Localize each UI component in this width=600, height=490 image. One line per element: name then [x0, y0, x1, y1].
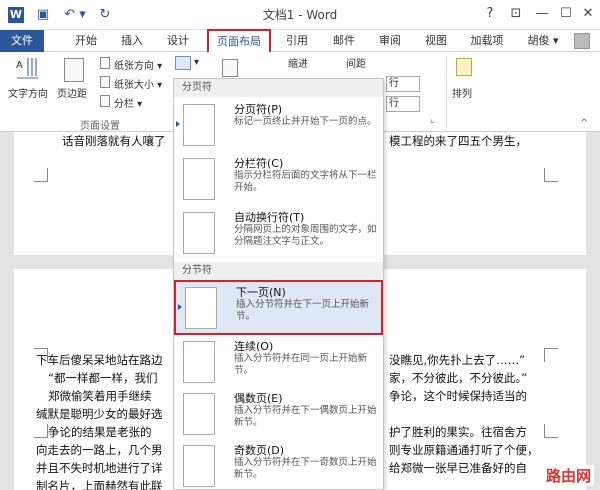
columns-button[interactable]: 分栏 ▾: [114, 95, 142, 110]
help-button[interactable]: ?: [480, 4, 500, 24]
spacing-before-field[interactable]: 行: [386, 76, 420, 92]
document-text-line: 并且不失时机地进行了详: [36, 461, 163, 475]
size-button[interactable]: 纸张大小 ▾: [114, 76, 162, 91]
margins-label: 页边距: [57, 89, 87, 100]
breaks-dropdown-menu: 分页符 分页符(P) 标记一页终止并开始下一页的点。 分栏符(C) 指示分栏符后…: [173, 78, 384, 490]
column-break-icon: [183, 158, 215, 200]
selected-arrow-icon: [176, 121, 180, 127]
document-text-line: 缄默是聪明少女的最好选: [36, 407, 163, 421]
menu-item-title: 偶数页(E): [234, 392, 283, 405]
tab-references[interactable]: 引用: [277, 30, 317, 52]
document-text-line: 郑微偷笑着用手继续: [48, 389, 152, 403]
spacing-after-field[interactable]: 行: [386, 96, 420, 112]
user-account[interactable]: 胡俊 ▾: [520, 30, 566, 52]
margins-icon[interactable]: [64, 58, 84, 82]
page-margin-corner: [34, 168, 48, 182]
section-header-section-breaks: 分节符: [174, 262, 383, 280]
menu-item-next-page[interactable]: 下一页(N) 插入分节符并在下一页上开始新节。: [174, 280, 383, 335]
menu-item-title: 下一页(N): [236, 286, 286, 299]
document-text-line: 下车后傻呆呆地站在路边: [36, 353, 163, 367]
menu-item-title: 连续(O): [234, 340, 274, 353]
odd-page-icon: [183, 445, 215, 487]
ribbon-tabs: 文件 开始 插入 设计 页面布局 引用 邮件 审阅 视图 加载项 胡俊 ▾: [0, 29, 600, 52]
arrange-label[interactable]: 排列: [452, 85, 472, 100]
ribbon-display-button[interactable]: ⊡: [506, 4, 526, 24]
document-text-line: 家，不分彼此，不分彼此。”: [389, 371, 528, 385]
menu-item-description: 指示分栏符后面的文字将从下一栏开始。: [234, 170, 377, 193]
tab-file[interactable]: 文件: [0, 30, 44, 52]
page-break-icon: [183, 104, 215, 146]
document-text-line: 制名片，上面赫然有此联: [36, 479, 163, 490]
page-setup-group-label: 页面设置: [80, 121, 120, 132]
document-text-line: 护了胜利的果实。往宿舍方: [389, 425, 527, 439]
section-header-page-breaks: 分页符: [174, 79, 383, 97]
tab-view[interactable]: 视图: [416, 30, 456, 52]
menu-item-odd-page[interactable]: 奇数页(D) 插入分节符并在下一奇数页上开始新节。: [174, 440, 383, 490]
menu-item-title: 自动换行符(T): [234, 211, 305, 224]
menu-item-title: 分栏符(C): [234, 157, 284, 170]
paragraph-dialog-launcher-icon[interactable]: ⌞: [430, 114, 435, 125]
menu-item-description: 标记一页终止并开始下一页的点。: [234, 116, 377, 127]
document-text-line: 则专业原籍通通打听了个便，: [389, 443, 539, 457]
continuous-icon: [183, 341, 215, 383]
tab-addins[interactable]: 加载项: [462, 30, 512, 52]
ribbon-separator: [446, 56, 447, 128]
orientation-button[interactable]: 纸张方向 ▾: [114, 57, 162, 72]
document-text-line: 话音刚落就有人嚷了: [62, 134, 166, 148]
breaks-dropdown-arrow[interactable]: ▾: [194, 57, 199, 68]
menu-item-description: 插入分节符并在下一页上开始新节。: [236, 299, 370, 322]
selected-arrow-icon: [178, 304, 182, 310]
tab-mailings[interactable]: 邮件: [324, 30, 364, 52]
document-text-line: 给郑微一张早已准备好的自: [389, 461, 527, 475]
menu-item-page-break[interactable]: 分页符(P) 标记一页终止并开始下一页的点。: [174, 99, 383, 153]
text-direction-label: 文字方向: [8, 89, 48, 100]
avatar[interactable]: [574, 33, 590, 49]
indent-label: 缩进: [288, 59, 308, 70]
menu-item-title: 奇数页(D): [234, 444, 285, 457]
document-text-line: 争论的结果是老张的: [48, 425, 152, 439]
menu-item-description: 插入分节符并在下一奇数页上开始新节。: [234, 457, 377, 480]
watermark-logo: 路由网: [542, 465, 594, 486]
menu-item-description: 插入分节符并在同一页上开始新节。: [234, 353, 368, 376]
menu-item-even-page[interactable]: 偶数页(E) 插入分节符并在下一偶数页上开始新节。: [174, 388, 383, 440]
menu-item-description: 插入分节符并在下一偶数页上开始新节。: [234, 405, 377, 428]
arrange-icon[interactable]: [456, 58, 472, 76]
next-page-icon: [185, 287, 217, 329]
tab-insert[interactable]: 插入: [112, 30, 152, 52]
collapse-ribbon-icon[interactable]: ^: [580, 118, 588, 129]
menu-item-title: 分页符(P): [234, 103, 283, 116]
menu-item-column-break[interactable]: 分栏符(C) 指示分栏符后面的文字将从下一栏开始。: [174, 153, 383, 207]
tab-page-layout[interactable]: 页面布局: [207, 29, 271, 52]
size-icon: [100, 76, 110, 88]
svg-text:A: A: [16, 60, 23, 71]
minimize-button[interactable]: —: [532, 4, 552, 24]
document-text-line: 争论，这个时候保持适当的: [389, 389, 527, 403]
page-margin-corner: [34, 424, 48, 438]
page-margin-corner: [544, 168, 558, 182]
page-margin-corner: [544, 424, 558, 438]
restore-button[interactable]: ☐: [556, 4, 576, 24]
text-wrapping-icon: [183, 212, 215, 254]
document-text-line: 没瞧见,你先扑上去了……”: [389, 353, 526, 367]
even-page-icon: [183, 393, 215, 435]
spacing-label: 间距: [346, 59, 366, 70]
close-button[interactable]: ✕: [578, 4, 598, 24]
orientation-icon: [100, 57, 110, 69]
line-numbers-icon[interactable]: [222, 59, 238, 77]
document-text-line: “都一样都一样，我们: [48, 371, 158, 385]
title-bar: W ▣ ↶ ▾ ↻ 文档1 - Word ? ⊡ — ☐ ✕: [0, 0, 600, 30]
breaks-icon[interactable]: [175, 56, 191, 70]
menu-item-description: 分隔网页上的对象周围的文字，如分隔题注文字与正文。: [234, 224, 377, 247]
menu-item-continuous[interactable]: 连续(O) 插入分节符并在同一页上开始新节。: [174, 336, 383, 388]
columns-icon: [100, 95, 110, 107]
tab-review[interactable]: 审阅: [370, 30, 410, 52]
document-text-line: 模工程的来了四五个男生，: [389, 134, 527, 148]
document-text-line: 向走去的一路上，几个男: [36, 443, 163, 457]
menu-item-text-wrapping[interactable]: 自动换行符(T) 分隔网页上的对象周围的文字，如分隔题注文字与正文。: [174, 207, 383, 261]
tab-home[interactable]: 开始: [66, 30, 106, 52]
text-direction-icon[interactable]: A: [14, 56, 40, 82]
page-margin-corner: [544, 348, 558, 362]
tab-design[interactable]: 设计: [158, 30, 198, 52]
